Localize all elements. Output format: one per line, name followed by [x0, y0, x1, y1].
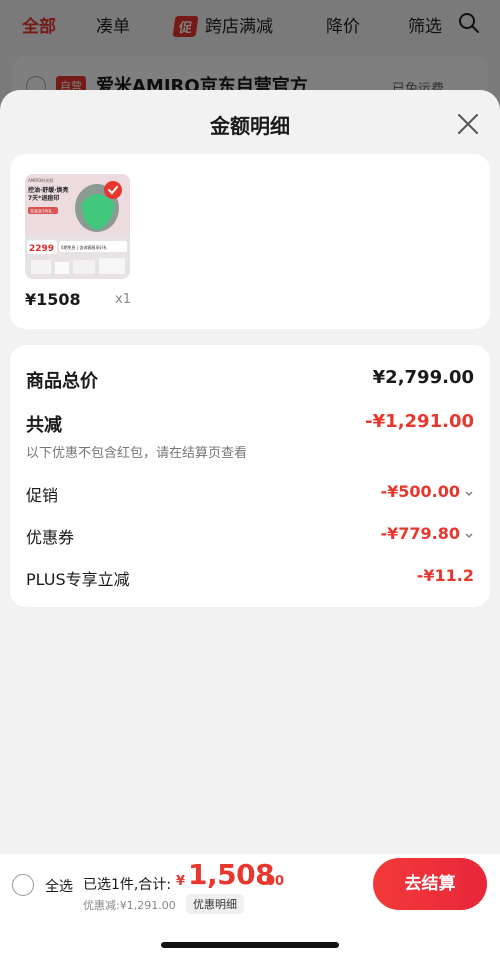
reduction-note: 以下优惠不包含红包，请在结算页查看 [26, 446, 248, 461]
chevron-down-icon [465, 491, 473, 496]
thumb-promo: 至高享3件礼 [30, 208, 53, 214]
thumb-line1: 控油·舒缓·焕亮 [28, 186, 69, 194]
total-price-label: 商品总价 [26, 371, 98, 392]
product-thumbnail[interactable]: AMIRO时光机 控油·舒缓·焕亮 7天*退痘印 至高享3件礼 2299 6期免… [25, 174, 130, 279]
close-icon[interactable] [454, 110, 482, 138]
thumb-brand: AMIRO时光机 [28, 177, 53, 183]
coupon-row[interactable]: 优惠券 -¥779.80 [26, 524, 474, 547]
discount-detail-button[interactable]: 优惠明细 [186, 894, 244, 914]
total-price-row: 商品总价 ¥2,799.00 [26, 367, 474, 393]
selected-count-text: 已选1件,合计: [83, 877, 172, 893]
item-quantity: x1 [115, 292, 131, 307]
total-currency: ¥ [176, 874, 186, 889]
promotion-value: -¥500.00 [380, 482, 460, 501]
product-image: AMIRO时光机 控油·舒缓·焕亮 7天*退痘印 至高享3件礼 2299 6期免… [25, 174, 130, 279]
promotion-row[interactable]: 促销 -¥500.00 [26, 482, 474, 505]
promotion-label: 促销 [26, 486, 59, 505]
sheet-title: 金额明细 [210, 114, 290, 138]
total-reduction-label: 共减 [26, 415, 62, 436]
total-amount-decimal: .00 [261, 874, 285, 889]
thumb-line2: 7天*退痘印 [28, 194, 59, 202]
coupon-value: -¥779.80 [380, 524, 460, 543]
select-all-radio[interactable] [12, 874, 34, 896]
discount-summary: 优惠减:¥1,291.00 [83, 899, 176, 912]
thumb-price: 2299 [29, 244, 54, 254]
coupon-value-group: -¥779.80 [380, 524, 474, 543]
chevron-down-icon [465, 533, 473, 538]
home-indicator[interactable] [161, 942, 339, 948]
checkout-bar: 全选 已选1件,合计: ¥ 1,508 .00 优惠减:¥1,291.00 优惠… [0, 854, 500, 958]
plus-discount-row: PLUS专享立减 -¥11.2 [26, 566, 474, 589]
product-card: AMIRO时光机 控油·舒缓·焕亮 7天*退痘印 至高享3件礼 2299 6期免… [10, 154, 490, 329]
thumb-benefit: 6期免息 | 咨询客服享好礼 [61, 244, 107, 250]
select-all-label[interactable]: 全选 [45, 876, 73, 896]
total-reduction-value: -¥1,291.00 [365, 411, 474, 432]
checkout-button[interactable]: 去结算 [373, 858, 487, 910]
plus-discount-label: PLUS专享立减 [26, 570, 130, 589]
coupon-label: 优惠券 [26, 528, 75, 547]
reduction-note-row: 以下优惠不包含红包，请在结算页查看 [26, 442, 474, 461]
total-price-value: ¥2,799.00 [372, 367, 474, 388]
amount-summary-card: 商品总价 ¥2,799.00 共减 -¥1,291.00 以下优惠不包含红包，请… [10, 345, 490, 607]
total-reduction-row: 共减 -¥1,291.00 [26, 411, 474, 437]
plus-discount-value: -¥11.2 [416, 566, 474, 585]
item-price: ¥1508 [25, 290, 81, 309]
promotion-value-group: -¥500.00 [380, 482, 474, 501]
amount-detail-sheet: 金额明细 AMIRO时光机 控油·舒缓·焕亮 7天*退痘印 至高享3件礼 229… [0, 90, 500, 958]
